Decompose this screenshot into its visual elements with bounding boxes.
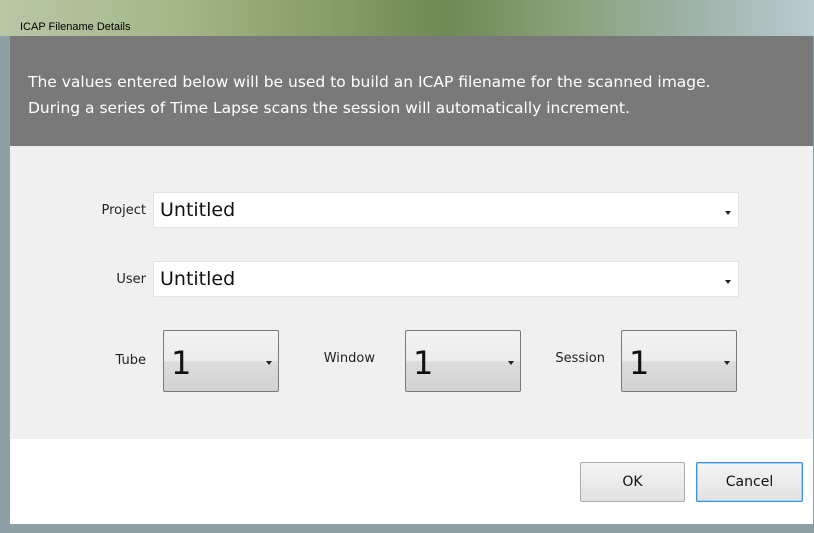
dialog-content: The values entered below will be used to…	[10, 36, 813, 524]
session-value: 1	[629, 344, 650, 382]
tube-label: Tube	[115, 353, 146, 368]
window-title: ICAP Filename Details	[20, 21, 131, 33]
chevron-down-icon	[724, 361, 730, 365]
tube-value: 1	[171, 344, 192, 382]
session-dropdown[interactable]: 1	[621, 330, 737, 392]
form-area: Project Untitled User Untitled Tube 1 Wi…	[10, 146, 813, 439]
tube-dropdown[interactable]: 1	[163, 330, 279, 392]
session-label: Session	[555, 351, 605, 366]
button-bar: OK Cancel	[10, 439, 813, 524]
chevron-down-icon	[266, 361, 272, 365]
user-label: User	[116, 272, 146, 287]
project-label: Project	[101, 203, 146, 218]
chevron-down-icon	[725, 280, 731, 284]
user-value: Untitled	[160, 268, 236, 290]
chevron-down-icon	[508, 361, 514, 365]
project-value: Untitled	[160, 199, 236, 221]
window-dropdown[interactable]: 1	[405, 330, 521, 392]
ok-button[interactable]: OK	[580, 462, 685, 502]
banner-line-2: During a series of Time Lapse scans the …	[28, 99, 630, 117]
chevron-down-icon	[725, 211, 731, 215]
window-value: 1	[413, 344, 434, 382]
user-combobox[interactable]: Untitled	[153, 261, 739, 297]
window-label: Window	[323, 351, 375, 366]
banner-line-1: The values entered below will be used to…	[28, 73, 711, 91]
project-combobox[interactable]: Untitled	[153, 192, 739, 228]
info-banner: The values entered below will be used to…	[10, 36, 813, 146]
title-bar[interactable]: ICAP Filename Details	[0, 0, 814, 36]
cancel-button[interactable]: Cancel	[696, 462, 803, 502]
